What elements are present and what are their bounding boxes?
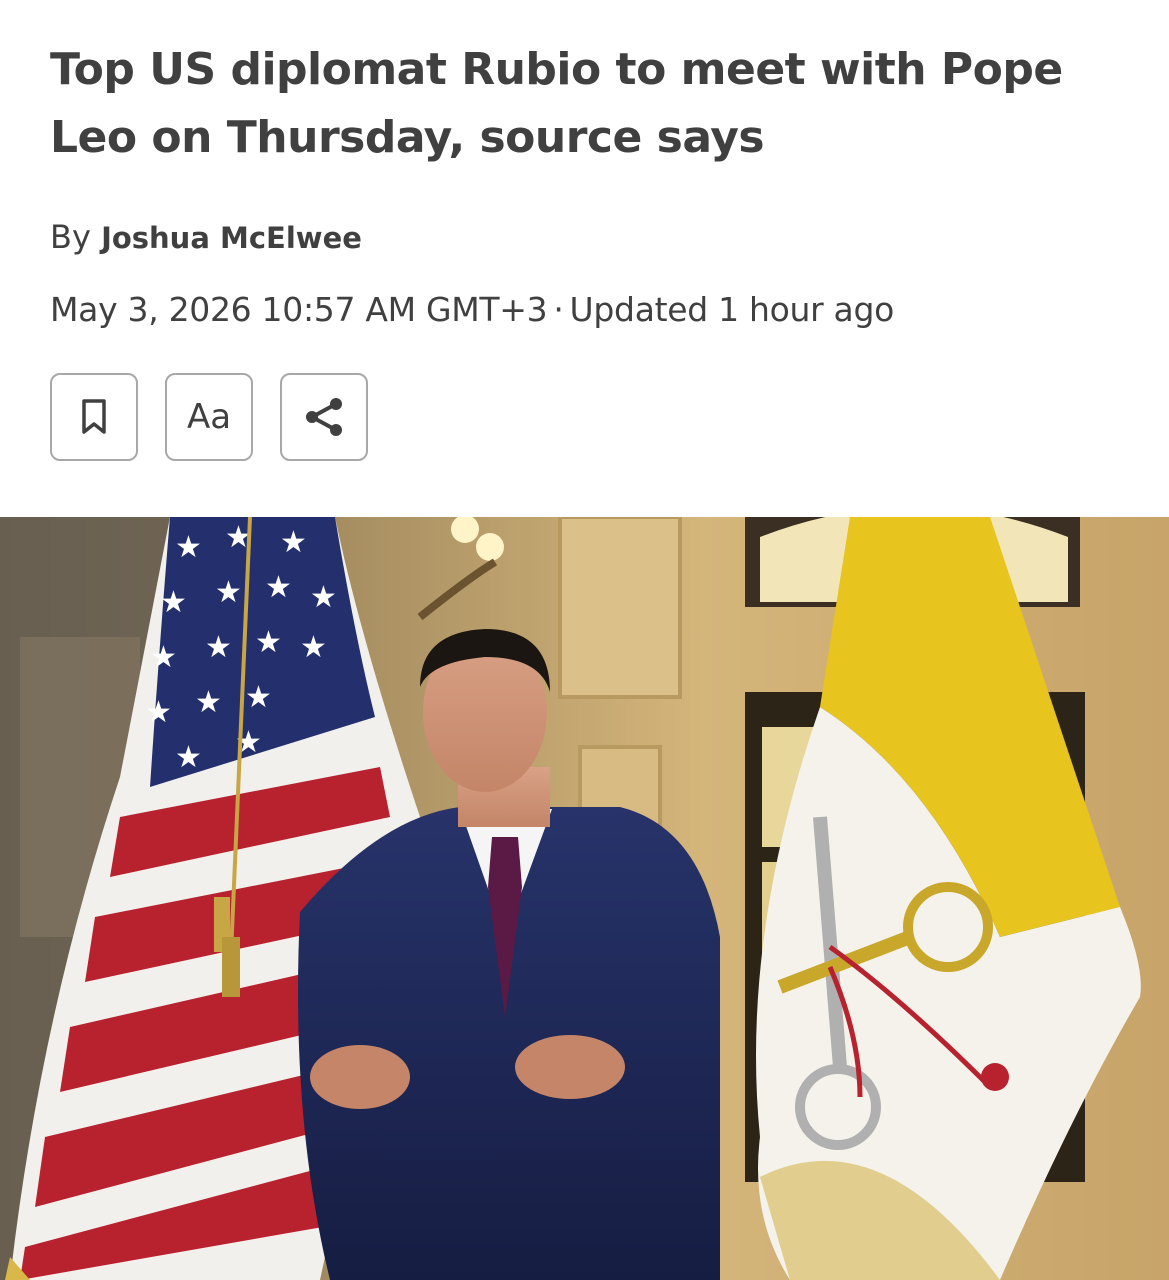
svg-text:★: ★ — [160, 585, 187, 620]
text-size-icon: Aa — [186, 397, 232, 437]
byline-prefix: By — [50, 218, 91, 256]
text-size-button[interactable]: Aa — [165, 373, 253, 461]
svg-text:★: ★ — [255, 625, 282, 660]
svg-text:★: ★ — [205, 630, 232, 665]
byline: By Joshua McElwee — [50, 218, 362, 256]
svg-text:★: ★ — [310, 580, 337, 615]
svg-text:★: ★ — [150, 640, 177, 675]
svg-text:★: ★ — [145, 695, 172, 730]
svg-text:★: ★ — [175, 530, 202, 565]
svg-text:★: ★ — [195, 685, 222, 720]
svg-text:★: ★ — [175, 740, 202, 775]
share-icon — [306, 398, 342, 436]
svg-text:★: ★ — [280, 525, 307, 560]
svg-text:★: ★ — [265, 570, 292, 605]
photo-illustration: ★ ★ ★ ★ ★ ★ ★ ★ ★ ★ ★ ★ ★ ★ ★ ★ — [0, 517, 1169, 1280]
svg-text:★: ★ — [215, 575, 242, 610]
updated-time: Updated 1 hour ago — [569, 290, 895, 329]
dateline: May 3, 2026 10:57 AM GMT+3 · Updated 1 hou… — [50, 290, 894, 329]
bookmark-icon — [82, 399, 106, 434]
share-button[interactable] — [280, 373, 368, 461]
author-link[interactable]: Joshua McElwee — [101, 221, 362, 255]
hero-photo[interactable]: ★ ★ ★ ★ ★ ★ ★ ★ ★ ★ ★ ★ ★ ★ ★ ★ — [0, 517, 1169, 1280]
dateline-separator: · — [553, 290, 564, 329]
article-headline: Top US diplomat Rubio to meet with Pope … — [50, 44, 1063, 163]
publish-date: May 3, 2026 10:57 AM GMT+3 — [50, 290, 548, 329]
bookmark-button[interactable] — [50, 373, 138, 461]
svg-text:★: ★ — [245, 680, 272, 715]
svg-text:★: ★ — [300, 630, 327, 665]
article-toolbar: Aa — [50, 373, 368, 461]
